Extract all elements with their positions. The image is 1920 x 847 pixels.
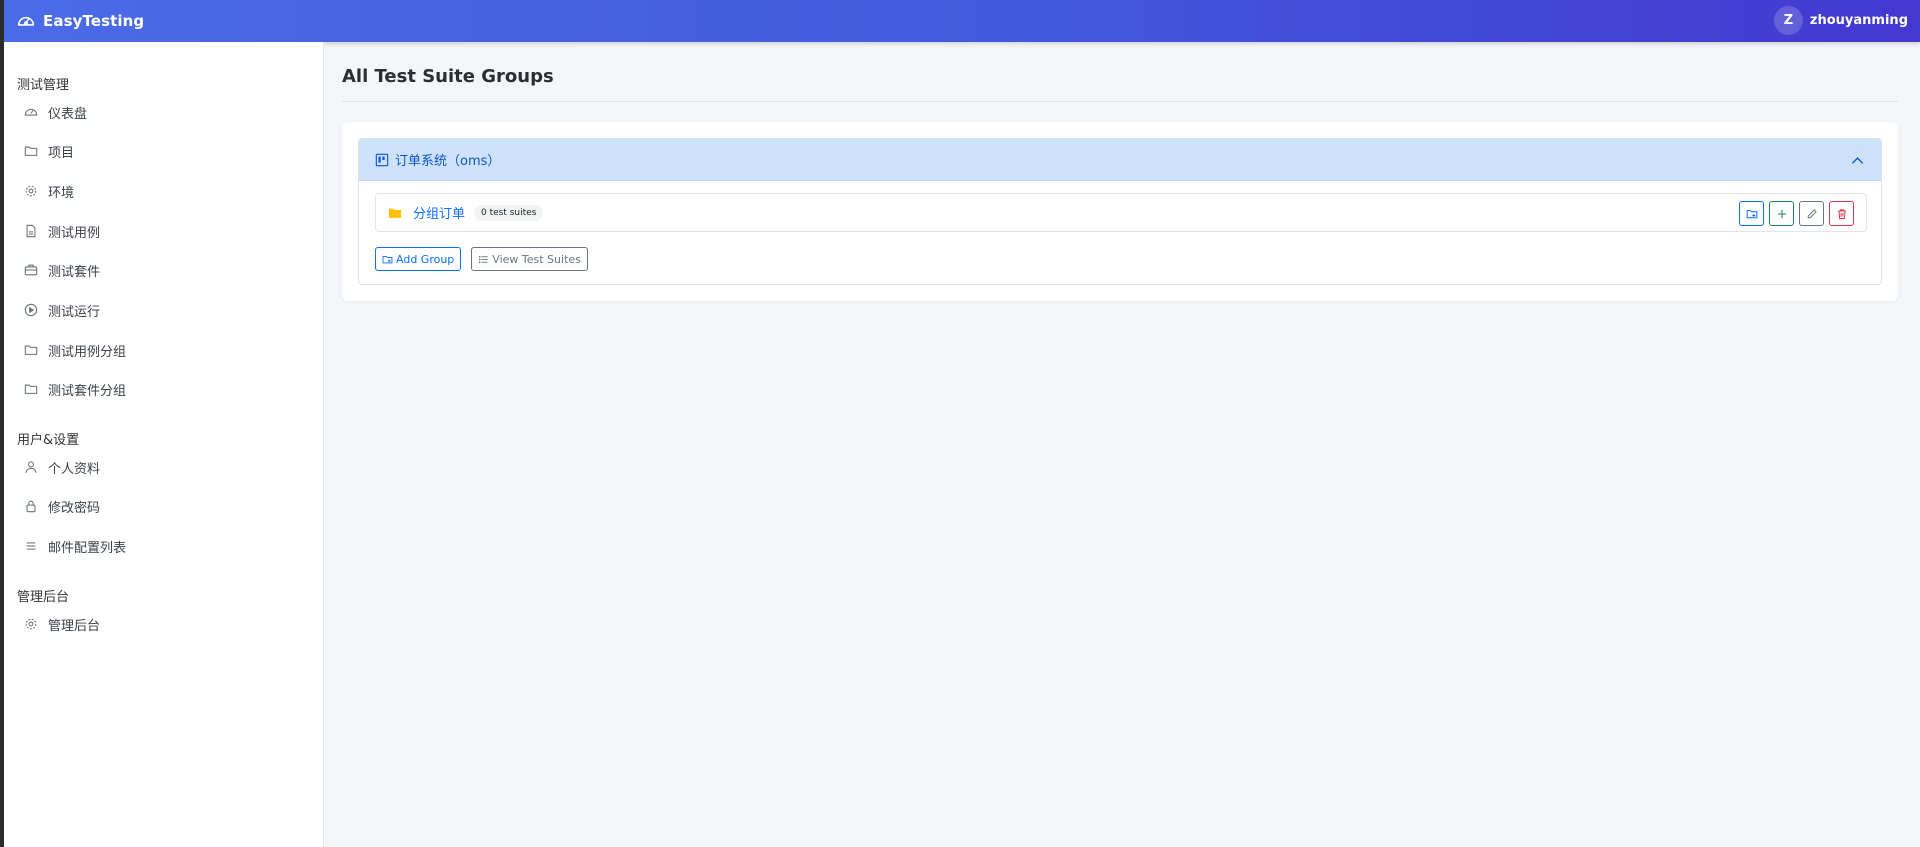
group-name-link[interactable]: 分组订单 bbox=[413, 203, 465, 222]
sidebar-item-label: 测试运行 bbox=[48, 304, 101, 320]
sidebar-item-test-suite-groups[interactable]: 测试套件分组 bbox=[24, 378, 126, 400]
sidebar-item-admin[interactable]: 管理后台 bbox=[24, 613, 100, 635]
sidebar-item-test-runs[interactable]: 测试运行 bbox=[24, 299, 100, 321]
sidebar-section-title: 用户&设置 bbox=[17, 433, 80, 448]
sidebar-item-label: 个人资料 bbox=[48, 461, 101, 477]
sidebar-item-label: 邮件配置列表 bbox=[48, 540, 127, 556]
folder-icon bbox=[24, 382, 38, 396]
sidebar-item-label: 测试用例 bbox=[48, 225, 101, 241]
play-circle-icon bbox=[24, 303, 38, 317]
folder-icon bbox=[24, 343, 38, 357]
list-icon bbox=[479, 255, 488, 263]
brand-name: EasyTesting bbox=[43, 12, 145, 30]
project-name: 订单系统（oms） bbox=[395, 154, 501, 169]
sidebar-item-dashboard[interactable]: 仪表盘 bbox=[24, 101, 87, 123]
top-navbar: EasyTesting Z zhouyanming bbox=[4, 0, 1920, 42]
file-icon bbox=[24, 224, 38, 238]
folder-icon bbox=[388, 206, 402, 220]
project-accordion: 订单系统（oms） 分组订单 0 test suites Add Group V… bbox=[358, 138, 1882, 285]
sidebar-item-change-password[interactable]: 修改密码 bbox=[24, 495, 100, 517]
add-suite-button[interactable] bbox=[1769, 201, 1794, 226]
sidebar: 测试管理 仪表盘 项目 环境 测试用例 测试套件 测试运行 测试用例分组 测试套… bbox=[4, 42, 324, 847]
page-title: All Test Suite Groups bbox=[342, 66, 554, 87]
sidebar-section-title: 管理后台 bbox=[17, 590, 70, 605]
avatar: Z bbox=[1773, 6, 1803, 35]
sidebar-item-test-case-groups[interactable]: 测试用例分组 bbox=[24, 339, 126, 361]
sidebar-item-label: 修改密码 bbox=[48, 500, 101, 516]
kanban-icon bbox=[375, 153, 389, 167]
add-group-button[interactable]: Add Group bbox=[375, 247, 462, 271]
sidebar-item-test-suites[interactable]: 测试套件 bbox=[24, 259, 100, 281]
sidebar-item-test-cases[interactable]: 测试用例 bbox=[24, 220, 100, 242]
sidebar-item-label: 仪表盘 bbox=[48, 106, 88, 122]
sidebar-item-email-config[interactable]: 邮件配置列表 bbox=[24, 535, 126, 557]
sidebar-item-environments[interactable]: 环境 bbox=[24, 180, 74, 202]
sidebar-item-label: 测试用例分组 bbox=[48, 344, 127, 360]
suite-count-badge: 0 test suites bbox=[474, 204, 544, 221]
add-group-label: Add Group bbox=[396, 252, 455, 266]
project-accordion-header[interactable]: 订单系统（oms） bbox=[359, 139, 1881, 181]
delete-button[interactable] bbox=[1829, 201, 1854, 226]
edit-button[interactable] bbox=[1799, 201, 1824, 226]
sidebar-item-label: 项目 bbox=[48, 145, 75, 161]
view-test-suites-button[interactable]: View Test Suites bbox=[471, 247, 588, 271]
add-subgroup-button[interactable] bbox=[1739, 201, 1764, 226]
accordion-actions: Add Group View Test Suites bbox=[375, 247, 588, 271]
divider bbox=[342, 101, 1898, 102]
gear-icon bbox=[24, 617, 38, 631]
speedometer-icon bbox=[17, 12, 35, 30]
briefcase-icon bbox=[24, 263, 38, 277]
folder-plus-icon bbox=[382, 255, 393, 263]
sidebar-item-label: 管理后台 bbox=[48, 618, 101, 634]
chevron-up-icon[interactable] bbox=[1850, 153, 1865, 168]
dashboard-icon bbox=[24, 105, 38, 119]
sidebar-item-projects[interactable]: 项目 bbox=[24, 140, 74, 162]
username: zhouyanming bbox=[1809, 13, 1908, 28]
folder-icon bbox=[24, 144, 38, 158]
sidebar-section-title: 测试管理 bbox=[17, 78, 70, 93]
group-actions bbox=[1739, 201, 1854, 226]
gear-icon bbox=[24, 184, 38, 198]
groups-card: 订单系统（oms） 分组订单 0 test suites Add Group V… bbox=[342, 122, 1898, 301]
sidebar-item-label: 测试套件 bbox=[48, 264, 101, 280]
person-icon bbox=[24, 460, 38, 474]
view-test-suites-label: View Test Suites bbox=[492, 252, 581, 266]
brand[interactable]: EasyTesting bbox=[17, 12, 144, 30]
sidebar-item-profile[interactable]: 个人资料 bbox=[24, 456, 100, 478]
sidebar-item-label: 环境 bbox=[48, 185, 75, 201]
list-icon bbox=[24, 539, 38, 553]
group-row: 分组订单 0 test suites bbox=[375, 193, 1867, 232]
sidebar-item-label: 测试套件分组 bbox=[48, 383, 127, 399]
user-menu[interactable]: Z zhouyanming bbox=[1773, 6, 1908, 35]
lock-icon bbox=[24, 499, 38, 513]
app-window: EasyTesting Z zhouyanming 测试管理 仪表盘 项目 环境 bbox=[4, 0, 1920, 847]
